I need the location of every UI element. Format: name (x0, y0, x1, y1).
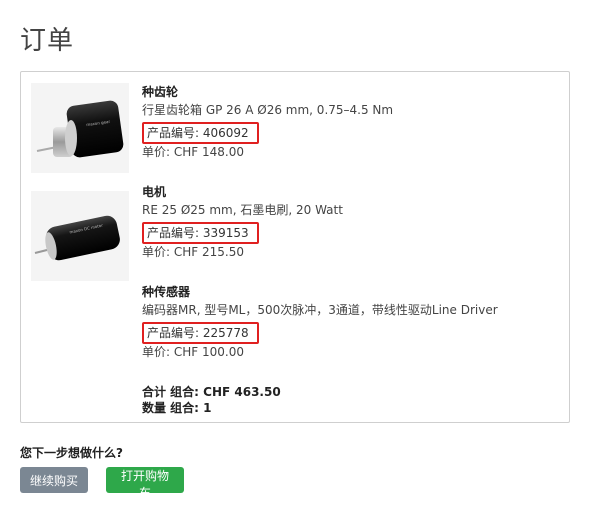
item-code-highlight: 产品编号: 339153 (142, 222, 259, 244)
order-quantity: 数量 组合: 1 (142, 401, 212, 415)
item-description: RE 25 Ø25 mm, 石墨电刷, 20 Watt (142, 203, 343, 217)
item-name: 电机 (142, 185, 167, 199)
item-product-number: 产品编号: 225778 (147, 326, 249, 340)
order-totals: 合计 组合: CHF 463.50 数量 组合: 1 (142, 384, 281, 416)
item-unit-price: 单价: CHF 100.00 (142, 345, 244, 359)
open-cart-button[interactable]: 打开购物车 (106, 467, 184, 500)
item-code-highlight: 产品编号: 225778 (142, 322, 259, 344)
item-code-highlight: 产品编号: 406092 (142, 122, 259, 144)
item-unit-price: 单价: CHF 148.00 (142, 145, 244, 159)
motor-product-image: maxon DC motor (31, 191, 129, 281)
item-name: 种齿轮 (142, 85, 179, 99)
next-step-question: 您下一步想做什么? (20, 446, 123, 460)
order-item: 电机 RE 25 Ø25 mm, 石墨电刷, 20 Watt 产品编号: 339… (142, 183, 343, 260)
item-product-number: 产品编号: 406092 (147, 126, 249, 140)
item-unit-price: 单价: CHF 215.50 (142, 245, 244, 259)
order-summary-box: maxon gear 种齿轮 行星齿轮箱 GP 26 A Ø26 mm, 0.7… (20, 71, 570, 423)
order-total: 合计 组合: CHF 463.50 (142, 385, 281, 399)
gearhead-product-image: maxon gear (31, 83, 129, 173)
item-description: 行星齿轮箱 GP 26 A Ø26 mm, 0.75–4.5 Nm (142, 103, 394, 117)
order-item: 种传感器 编码器MR, 型号ML，500次脉冲，3通道，带线性驱动Line Dr… (142, 283, 498, 360)
item-description: 编码器MR, 型号ML，500次脉冲，3通道，带线性驱动Line Driver (142, 303, 498, 317)
page-title: 订单 (20, 26, 75, 56)
order-item: 种齿轮 行星齿轮箱 GP 26 A Ø26 mm, 0.75–4.5 Nm 产品… (142, 83, 393, 160)
item-product-number: 产品编号: 339153 (147, 226, 249, 240)
item-name: 种传感器 (142, 285, 191, 299)
continue-shopping-button[interactable]: 继续购买 (20, 467, 88, 493)
